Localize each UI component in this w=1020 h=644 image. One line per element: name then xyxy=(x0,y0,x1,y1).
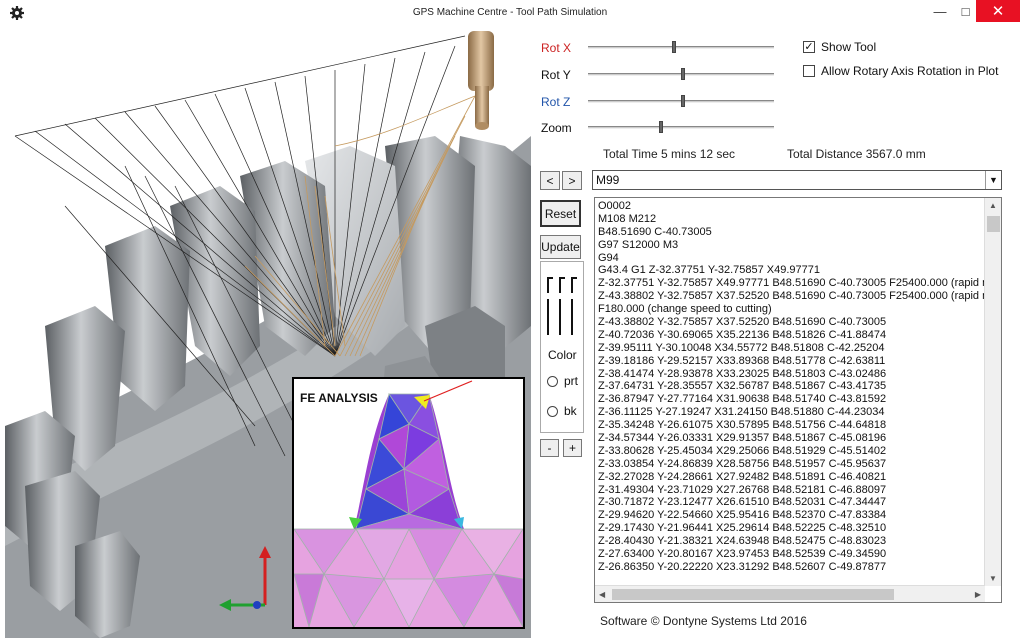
rot-y-label: Rot Y xyxy=(541,68,571,82)
program-select-value: M99 xyxy=(596,173,620,187)
slider-thumb[interactable] xyxy=(680,95,685,107)
code-line[interactable]: Z-39.95111 Y-30.10048 X34.55772 B48.5180… xyxy=(598,342,984,355)
window-title: GPS Machine Centre - Tool Path Simulatio… xyxy=(412,7,608,18)
code-line[interactable]: Z-26.86350 Y-20.22220 X23.31292 B48.5260… xyxy=(598,561,984,574)
horizontal-scrollbar[interactable]: ◀ ▶ xyxy=(595,585,985,602)
close-button[interactable]: ✕ xyxy=(976,0,1020,22)
code-line[interactable]: Z-32.27028 Y-24.28661 X27.92482 B48.5189… xyxy=(598,471,984,484)
scroll-right-icon[interactable]: ▶ xyxy=(975,590,981,599)
code-line[interactable]: Z-32.37751 Y-32.75857 X49.97771 B48.5169… xyxy=(598,277,984,290)
scroll-down-icon[interactable]: ▼ xyxy=(989,574,997,583)
code-line[interactable]: Z-33.80628 Y-25.45034 X29.25066 B48.5192… xyxy=(598,445,984,458)
allow-rotary-checkbox[interactable] xyxy=(803,65,815,77)
show-tool-option[interactable]: ✓ Show Tool xyxy=(803,40,876,54)
code-line[interactable]: Z-33.03854 Y-24.86839 X28.58756 B48.5195… xyxy=(598,458,984,471)
slider-track xyxy=(588,46,774,49)
rot-x-slider[interactable] xyxy=(588,41,774,53)
slider-thumb[interactable] xyxy=(680,68,685,80)
plus-button[interactable]: + xyxy=(563,439,582,457)
scroll-left-icon[interactable]: ◀ xyxy=(599,590,605,599)
code-line[interactable]: Z-28.40430 Y-21.38321 X24.63948 B48.5247… xyxy=(598,535,984,548)
code-line[interactable]: Z-36.87947 Y-27.77164 X31.90638 B48.5174… xyxy=(598,393,984,406)
bk-label: bk xyxy=(564,404,577,418)
code-line[interactable]: G97 S12000 M3 xyxy=(598,239,984,252)
code-line[interactable]: Z-34.57344 Y-26.03331 X29.91357 B48.5186… xyxy=(598,432,984,445)
vertical-scrollbar[interactable]: ▲ ▼ xyxy=(984,198,1001,586)
code-line[interactable]: Z-43.38802 Y-32.75857 X37.52520 B48.5169… xyxy=(598,316,984,329)
speed-bar-bottom xyxy=(547,299,549,335)
color-option-prt[interactable]: prt xyxy=(547,374,578,388)
chevron-down-icon[interactable]: ▼ xyxy=(985,171,1001,189)
code-line[interactable]: B48.51690 C-40.73005 xyxy=(598,226,984,239)
rot-x-label: Rot X xyxy=(541,41,572,55)
code-line[interactable]: Z-40.72036 Y-30.69065 X35.22136 B48.5182… xyxy=(598,329,984,342)
next-button[interactable]: > xyxy=(562,171,582,190)
reset-button[interactable]: Reset xyxy=(540,200,581,227)
code-line[interactable]: Z-31.49304 Y-23.71029 X27.26768 B48.5218… xyxy=(598,484,984,497)
total-time: Total Time 5 mins 12 sec xyxy=(603,147,736,161)
slider-thumb[interactable] xyxy=(671,41,676,53)
fe-analysis-panel: FE ANALYSIS xyxy=(292,377,525,629)
code-line[interactable]: G94 xyxy=(598,252,984,265)
code-line[interactable]: Z-29.17430 Y-21.96441 X25.29614 B48.5222… xyxy=(598,522,984,535)
code-line[interactable]: M108 M212 xyxy=(598,213,984,226)
minus-button[interactable]: - xyxy=(540,439,559,457)
zoom-slider[interactable] xyxy=(588,121,774,133)
code-line[interactable]: Z-35.34248 Y-26.61075 X30.57895 B48.5175… xyxy=(598,419,984,432)
slider-track xyxy=(588,126,774,129)
code-line[interactable]: Z-43.38802 Y-32.75857 X37.52520 B48.5169… xyxy=(598,290,984,303)
code-line[interactable]: O0002 xyxy=(598,200,984,213)
code-line[interactable]: F180.000 (change speed to cutting) xyxy=(598,303,984,316)
rot-z-label: Rot Z xyxy=(541,95,571,109)
show-tool-checkbox[interactable]: ✓ xyxy=(803,41,815,53)
nc-code-lines: O0002 M108 M212 B48.51690 C-40.73005 G97 S1… xyxy=(598,200,984,574)
code-line[interactable]: Z-30.71872 Y-23.12477 X26.61510 B48.5203… xyxy=(598,496,984,509)
maximize-button[interactable]: □ xyxy=(957,0,974,22)
speed-indicator xyxy=(547,277,553,335)
speed-indicator xyxy=(571,277,577,335)
zoom-label: Zoom xyxy=(541,121,572,135)
speed-bar-bottom xyxy=(559,299,561,335)
code-line[interactable]: G43.4 G1 Z-32.37751 Y-32.75857 X49.97771 xyxy=(598,264,984,277)
copyright-footer: Software © Dontyne Systems Ltd 2016 xyxy=(600,614,807,628)
code-line[interactable]: Z-29.94620 Y-22.54660 X25.95416 B48.5237… xyxy=(598,509,984,522)
program-select[interactable]: M99 ▼ xyxy=(592,170,1002,190)
speed-bar-top xyxy=(559,277,565,293)
scroll-thumb[interactable] xyxy=(612,589,894,600)
fe-mesh-plot xyxy=(294,379,523,627)
prt-radio[interactable] xyxy=(547,375,558,387)
minimize-button[interactable]: — xyxy=(923,0,957,22)
code-line[interactable]: Z-37.64731 Y-28.35557 X32.56787 B48.5186… xyxy=(598,380,984,393)
bk-radio[interactable] xyxy=(547,405,558,417)
title-bar: GPS Machine Centre - Tool Path Simulatio… xyxy=(0,0,1020,26)
update-button[interactable]: Update xyxy=(540,235,581,259)
slider-thumb[interactable] xyxy=(658,121,663,133)
show-tool-label: Show Tool xyxy=(821,40,877,54)
simulation-viewport[interactable]: FE ANALYSIS xyxy=(5,26,531,638)
prev-button[interactable]: < xyxy=(540,171,560,190)
color-option-bk[interactable]: bk xyxy=(547,404,577,418)
code-line[interactable]: Z-39.18186 Y-29.52157 X33.89368 B48.5177… xyxy=(598,355,984,368)
nc-code-listbox[interactable]: O0002 M108 M212 B48.51690 C-40.73005 G97 S1… xyxy=(594,197,1002,603)
allow-rotary-label: Allow Rotary Axis Rotation in Plot xyxy=(821,64,999,78)
allow-rotary-option[interactable]: Allow Rotary Axis Rotation in Plot xyxy=(803,64,998,78)
speed-bar-top xyxy=(571,277,577,293)
total-distance: Total Distance 3567.0 mm xyxy=(787,147,926,161)
code-line[interactable]: Z-27.63400 Y-20.80167 X23.97453 B48.5253… xyxy=(598,548,984,561)
color-speed-panel: Color prt bk xyxy=(540,261,584,433)
code-line[interactable]: Z-36.11125 Y-27.19247 X31.24150 B48.5188… xyxy=(598,406,984,419)
control-panel: Rot X Rot Y Rot Z Zoom ✓ Show Tool Allow… xyxy=(531,26,1020,644)
color-label: Color xyxy=(548,348,577,362)
code-line[interactable]: Z-38.41474 Y-28.93878 X33.23025 B48.5180… xyxy=(598,368,984,381)
speed-bar-top xyxy=(547,277,553,293)
speed-indicator xyxy=(559,277,565,335)
speed-bar-bottom xyxy=(571,299,573,335)
prt-label: prt xyxy=(564,374,579,388)
rot-y-slider[interactable] xyxy=(588,68,774,80)
fe-analysis-title: FE ANALYSIS xyxy=(300,391,378,405)
scroll-up-icon[interactable]: ▲ xyxy=(989,201,997,210)
rot-z-slider[interactable] xyxy=(588,95,774,107)
scroll-thumb[interactable] xyxy=(987,216,1000,232)
